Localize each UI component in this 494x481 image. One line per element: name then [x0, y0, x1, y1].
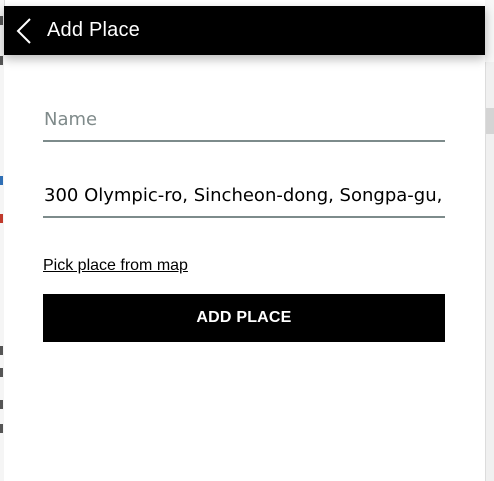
chevron-left-icon [16, 17, 31, 44]
background-text-fragment [0, 16, 3, 25]
dialog-title: Add Place [47, 19, 140, 41]
page: Add Place Name 300 Olympic-ro, Sincheon-… [0, 0, 494, 481]
background-text-fragment [0, 424, 3, 433]
background-text-fragment [0, 346, 3, 355]
address-field[interactable]: 300 Olympic-ro, Sincheon-dong, Songpa-gu… [43, 178, 445, 218]
background-text-fragment [0, 368, 3, 377]
background-link-fragment [0, 176, 3, 185]
dialog-header: Add Place [4, 6, 485, 55]
name-placeholder: Name [44, 109, 98, 130]
pick-place-from-map-link[interactable]: Pick place from map [43, 257, 188, 275]
add-place-button[interactable]: ADD PLACE [43, 294, 445, 342]
background-text-fragment [0, 400, 3, 409]
background-text-fragment [0, 214, 3, 223]
add-place-dialog: Add Place Name 300 Olympic-ro, Sincheon-… [4, 6, 485, 481]
back-button[interactable] [4, 6, 44, 55]
address-value: 300 Olympic-ro, Sincheon-dong, Songpa-gu… [44, 185, 445, 206]
background-text-fragment [0, 56, 3, 65]
name-field[interactable]: Name [43, 102, 445, 142]
background-scrollbar-thumb [486, 108, 494, 134]
background-page [485, 0, 494, 62]
